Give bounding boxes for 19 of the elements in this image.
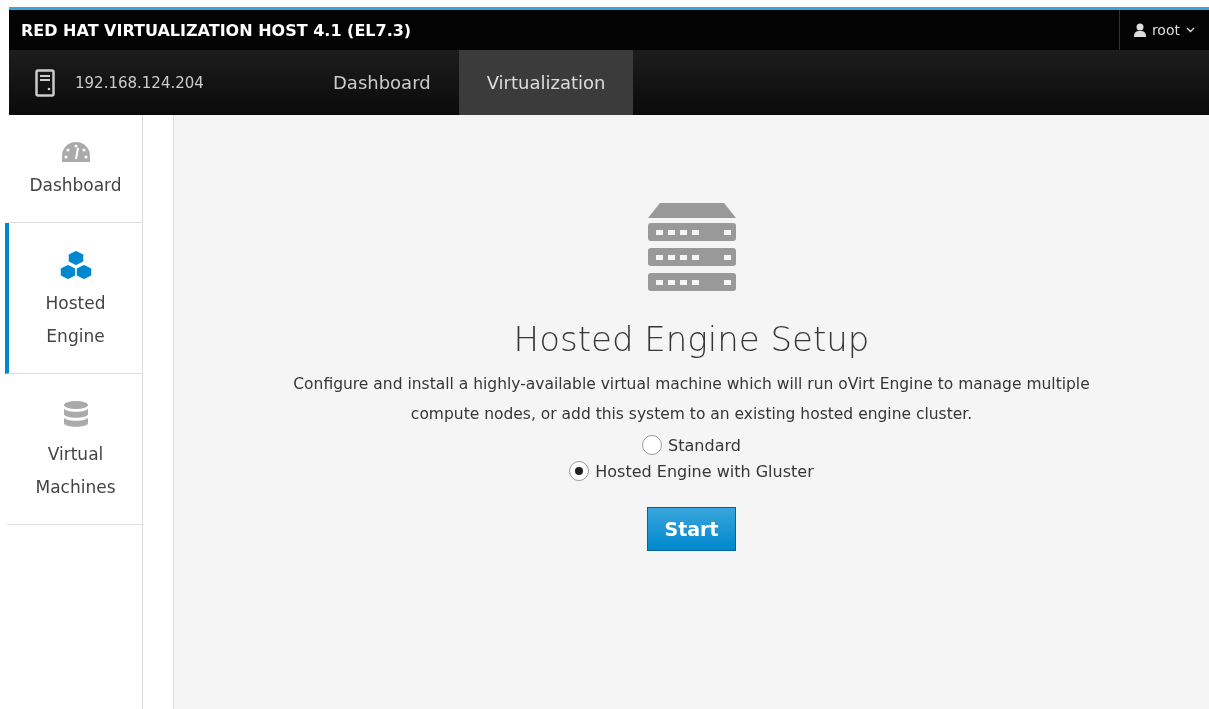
setup-description: Configure and install a highly-available virtual machine which will run oVirt Engine to manage multiple compute nodes, or add this system to an existing hosted engine cluster. bbox=[292, 374, 1091, 425]
radio-button[interactable] bbox=[569, 461, 590, 481]
cubes-icon bbox=[57, 249, 94, 281]
gauge-icon bbox=[60, 141, 91, 163]
option-label: Standard bbox=[668, 435, 741, 455]
sidebar-item[interactable]: Dashboard bbox=[5, 115, 142, 223]
user-icon bbox=[1133, 23, 1146, 37]
server-icon bbox=[35, 68, 55, 97]
nav-tab[interactable]: Virtualization bbox=[458, 50, 634, 115]
sidebar-item[interactable]: Virtual Machines bbox=[5, 374, 142, 525]
nav-tab[interactable]: Dashboard bbox=[305, 50, 459, 115]
caret-icon bbox=[1186, 27, 1195, 33]
user-name: root bbox=[1151, 22, 1180, 38]
radio-button[interactable] bbox=[642, 435, 663, 455]
server-rack-icon bbox=[647, 203, 736, 291]
setup-title: Hosted Engine Setup bbox=[513, 319, 870, 359]
radio-option[interactable]: Standard bbox=[642, 435, 741, 455]
product-title: RED HAT VIRTUALIZATION HOST 4.1 (EL7.3) bbox=[20, 20, 412, 40]
host-address: 192.168.124.204 bbox=[75, 73, 204, 92]
